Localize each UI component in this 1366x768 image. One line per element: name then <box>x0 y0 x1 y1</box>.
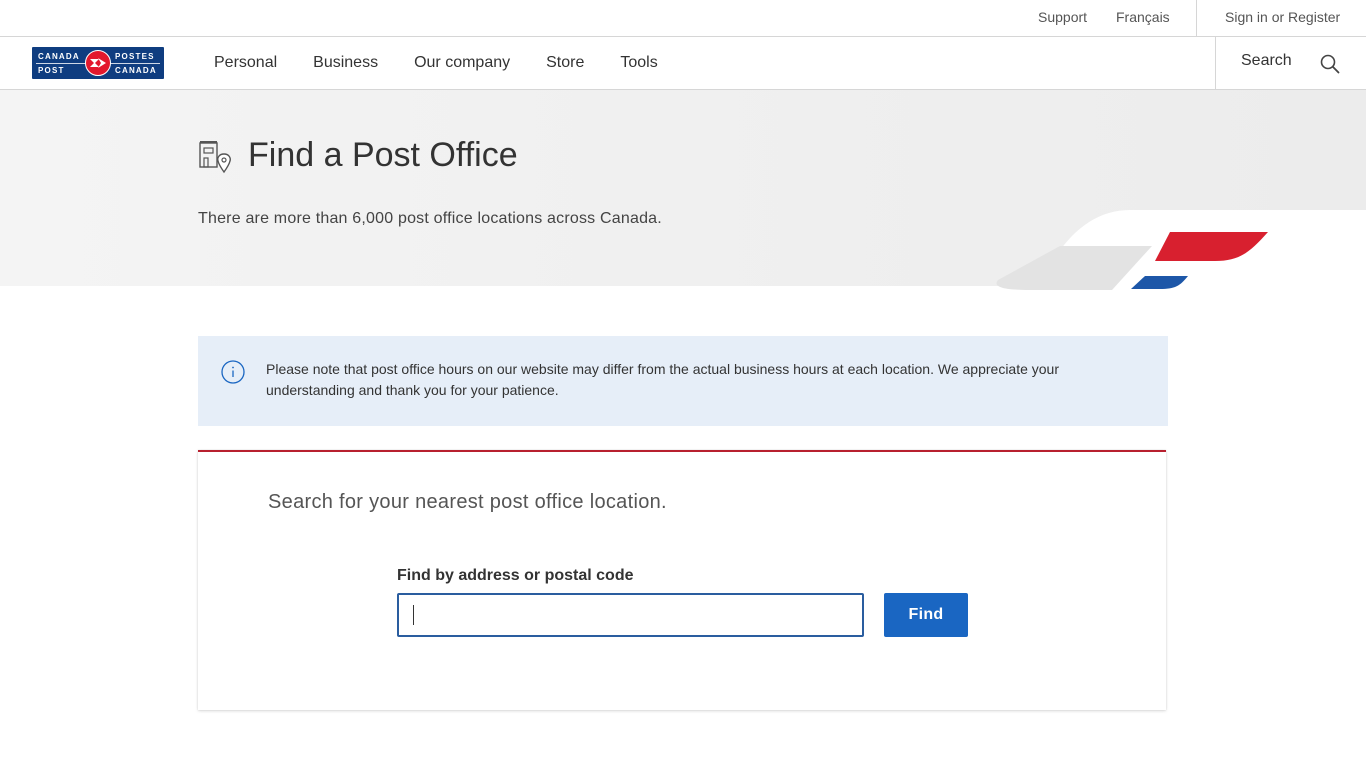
main-navigation: CANADA POST POSTES CANADA Personal Busin… <box>0 37 1366 90</box>
logo-text-canada-fr: CANADA <box>115 66 157 75</box>
search-icon <box>1319 53 1341 80</box>
canada-post-logo[interactable]: CANADA POST POSTES CANADA <box>32 47 164 79</box>
nav-item-our-company[interactable]: Our company <box>414 54 510 72</box>
logo-text-postes: POSTES <box>115 52 155 61</box>
nav-item-personal[interactable]: Personal <box>214 54 277 72</box>
post-office-location-icon <box>197 138 235 181</box>
primary-nav-list: Personal Business Our company Store Tool… <box>214 54 694 72</box>
search-card-heading: Search for your nearest post office loca… <box>268 491 667 513</box>
notice-text: Please note that post office hours on ou… <box>266 361 1060 398</box>
address-field-label: Find by address or postal code <box>397 567 634 584</box>
post-office-search-card: Search for your nearest post office loca… <box>198 450 1166 710</box>
nav-item-tools[interactable]: Tools <box>620 54 657 72</box>
address-postal-code-input[interactable] <box>397 593 864 637</box>
hero-decorative-swoosh <box>996 210 1366 300</box>
logo-text-canada: CANADA <box>38 52 80 61</box>
nav-item-store[interactable]: Store <box>546 54 584 72</box>
sign-in-register-link[interactable]: Sign in or Register <box>1225 9 1340 25</box>
hero-subtitle: There are more than 6,000 post office lo… <box>198 210 662 227</box>
page-title: Find a Post Office <box>248 136 518 174</box>
find-button[interactable]: Find <box>884 593 968 637</box>
site-search-button[interactable]: Search <box>1215 37 1366 89</box>
search-label: Search <box>1241 52 1292 69</box>
info-icon <box>221 360 245 389</box>
logo-text-post: POST <box>38 66 65 75</box>
language-toggle-link[interactable]: Français <box>1116 9 1170 25</box>
support-link[interactable]: Support <box>1038 9 1087 25</box>
info-notice: Please note that post office hours on ou… <box>198 336 1168 426</box>
text-cursor <box>413 605 414 625</box>
logo-roundel-icon <box>85 50 111 76</box>
utility-bar: Support Français Sign in or Register <box>0 0 1366 37</box>
nav-item-business[interactable]: Business <box>313 54 378 72</box>
utility-divider <box>1196 0 1197 36</box>
